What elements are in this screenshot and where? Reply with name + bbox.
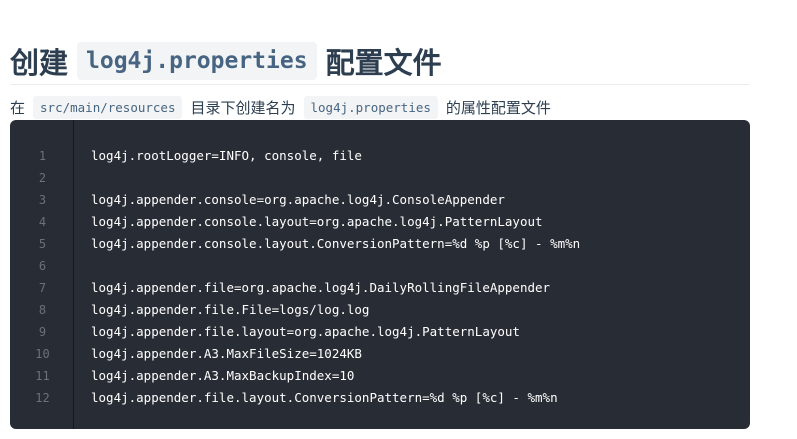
code-lines[interactable]: log4j.rootLogger=INFO, console, file log…: [91, 145, 580, 409]
code-line[interactable]: log4j.appender.file=org.apache.log4j.Dai…: [91, 277, 580, 299]
code-line[interactable]: [91, 255, 580, 277]
intro-text-3: 的属性配置文件: [445, 98, 551, 117]
code-line[interactable]: log4j.appender.console=org.apache.log4j.…: [91, 189, 580, 211]
page-heading: 创建 log4j.properties 配置文件: [10, 38, 750, 86]
line-number: 9: [38, 325, 47, 339]
filename-inline-code: log4j.properties: [303, 95, 438, 119]
heading-filename-code: log4j.properties: [77, 42, 317, 81]
code-block[interactable]: 1 2 3 4 5 6 7 8 9 10 11 12 log4j.rootLog…: [10, 120, 750, 429]
intro-paragraph: 在 src/main/resources 目录下创建名为 log4j.prope…: [10, 93, 551, 121]
code-line[interactable]: log4j.appender.file.File=logs/log.log: [91, 299, 580, 321]
code-line[interactable]: log4j.appender.console.layout.Conversion…: [91, 233, 580, 255]
heading-prefix: 创建: [10, 46, 69, 81]
line-number: 4: [38, 215, 47, 229]
line-number: 6: [38, 259, 47, 273]
line-number: 1: [38, 149, 47, 163]
code-line[interactable]: log4j.appender.A3.MaxFileSize=1024KB: [91, 343, 580, 365]
line-number: 5: [38, 237, 47, 251]
intro-text-1: 在: [10, 98, 26, 117]
line-number: 3: [38, 193, 47, 207]
line-number: 8: [38, 303, 47, 317]
code-line[interactable]: log4j.rootLogger=INFO, console, file: [91, 145, 580, 167]
line-number-gutter: 1 2 3 4 5 6 7 8 9 10 11 12: [10, 120, 74, 429]
code-line[interactable]: [91, 167, 580, 189]
line-number: 10: [35, 347, 50, 361]
code-line[interactable]: log4j.appender.A3.MaxBackupIndex=10: [91, 365, 580, 387]
resources-path-code: src/main/resources: [33, 95, 183, 119]
line-number: 12: [35, 391, 50, 405]
code-line[interactable]: log4j.appender.console.layout=org.apache…: [91, 211, 580, 233]
line-numbers: 1 2 3 4 5 6 7 8 9 10 11 12: [10, 145, 73, 409]
code-line[interactable]: log4j.appender.file.layout=org.apache.lo…: [91, 321, 580, 343]
heading-suffix: 配置文件: [325, 46, 442, 81]
intro-text-2: 目录下创建名为: [190, 98, 296, 117]
line-number: 2: [38, 171, 47, 185]
code-line[interactable]: log4j.appender.file.layout.ConversionPat…: [91, 387, 580, 409]
line-number: 11: [35, 369, 50, 383]
line-number: 7: [38, 281, 47, 295]
